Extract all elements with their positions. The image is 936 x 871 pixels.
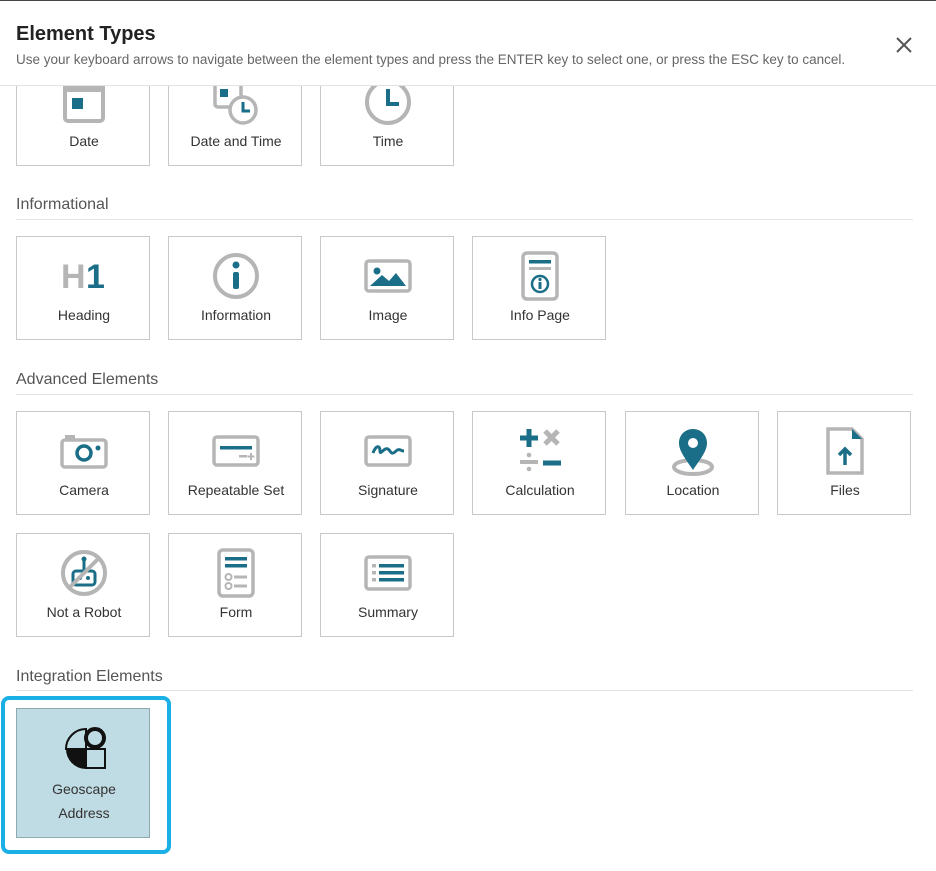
tile-time[interactable]: Time bbox=[320, 86, 454, 166]
tile-location[interactable]: Location bbox=[625, 411, 759, 515]
info-icon bbox=[169, 251, 303, 301]
section-divider bbox=[16, 394, 913, 395]
tile-label: Info Page bbox=[510, 307, 570, 323]
tile-information[interactable]: Information bbox=[168, 236, 302, 340]
summary-list-icon bbox=[321, 548, 455, 598]
tile-files[interactable]: Files bbox=[777, 411, 911, 515]
tile-not-a-robot[interactable]: Not a Robot bbox=[16, 533, 150, 637]
tile-info-page[interactable]: Info Page bbox=[472, 236, 606, 340]
close-button[interactable] bbox=[892, 33, 916, 57]
tile-geoscape-address[interactable]: Geoscape Address bbox=[16, 708, 150, 838]
tile-heading[interactable]: H 1 Heading bbox=[16, 236, 150, 340]
robot-icon bbox=[17, 548, 151, 598]
camera-icon bbox=[17, 426, 151, 476]
section-divider bbox=[16, 690, 913, 691]
section-title-advanced: Advanced Elements bbox=[16, 371, 159, 388]
tile-label: Repeatable Set bbox=[187, 482, 285, 498]
calculator-icon bbox=[473, 426, 607, 476]
date-time-icon bbox=[169, 86, 303, 127]
section-title-integration: Integration Elements bbox=[16, 668, 163, 685]
tile-label: Time bbox=[372, 133, 404, 149]
tile-label: Geoscape Address bbox=[17, 777, 151, 825]
tile-image[interactable]: Image bbox=[320, 236, 454, 340]
tile-camera[interactable]: Camera bbox=[16, 411, 150, 515]
section-title-informational: Informational bbox=[16, 196, 109, 213]
tile-label: Calculation bbox=[505, 482, 575, 498]
dialog-subtitle: Use your keyboard arrows to navigate bet… bbox=[16, 52, 846, 67]
tile-label: Date and Time bbox=[190, 133, 282, 149]
tile-label: Location bbox=[666, 482, 720, 498]
geoscape-icon bbox=[17, 723, 151, 773]
tile-signature[interactable]: Signature bbox=[320, 411, 454, 515]
tile-label: Form bbox=[219, 604, 253, 620]
heading-icon: H 1 bbox=[17, 251, 151, 301]
info-page-icon bbox=[473, 251, 607, 301]
signature-icon bbox=[321, 426, 455, 476]
tile-repeatable-set[interactable]: Repeatable Set bbox=[168, 411, 302, 515]
tile-label: Files bbox=[830, 482, 860, 498]
tile-label: Camera bbox=[59, 482, 109, 498]
tile-label: Image bbox=[368, 307, 408, 323]
section-divider bbox=[16, 219, 913, 220]
repeatable-set-icon bbox=[169, 426, 303, 476]
tile-label: Heading bbox=[57, 307, 111, 323]
clock-icon bbox=[321, 86, 455, 127]
tile-label: Information bbox=[200, 307, 272, 323]
dialog-title: Element Types bbox=[16, 23, 156, 45]
tile-calculation[interactable]: Calculation bbox=[472, 411, 606, 515]
tile-form[interactable]: Form bbox=[168, 533, 302, 637]
dialog-header: Element Types Use your keyboard arrows t… bbox=[0, 1, 936, 86]
tile-label: Signature bbox=[358, 482, 418, 498]
tile-date-and-time[interactable]: Date and Time bbox=[168, 86, 302, 166]
tile-label-line-2: Address bbox=[58, 805, 110, 821]
form-icon bbox=[169, 548, 303, 598]
close-icon bbox=[896, 37, 912, 53]
tile-label: Not a Robot bbox=[46, 604, 122, 620]
element-types-list[interactable]: Date Date and Time Time Informational H bbox=[0, 86, 936, 871]
svg-text:H: H bbox=[61, 258, 86, 296]
tile-date[interactable]: Date bbox=[16, 86, 150, 166]
tile-summary[interactable]: Summary bbox=[320, 533, 454, 637]
calendar-icon bbox=[17, 86, 151, 127]
file-upload-icon bbox=[778, 426, 912, 476]
tile-label-line-1: Geoscape bbox=[52, 781, 116, 797]
image-icon bbox=[321, 251, 455, 301]
tile-label: Date bbox=[69, 133, 99, 149]
svg-text:1: 1 bbox=[86, 258, 105, 296]
tile-label: Summary bbox=[358, 604, 418, 620]
location-pin-icon bbox=[626, 426, 760, 476]
